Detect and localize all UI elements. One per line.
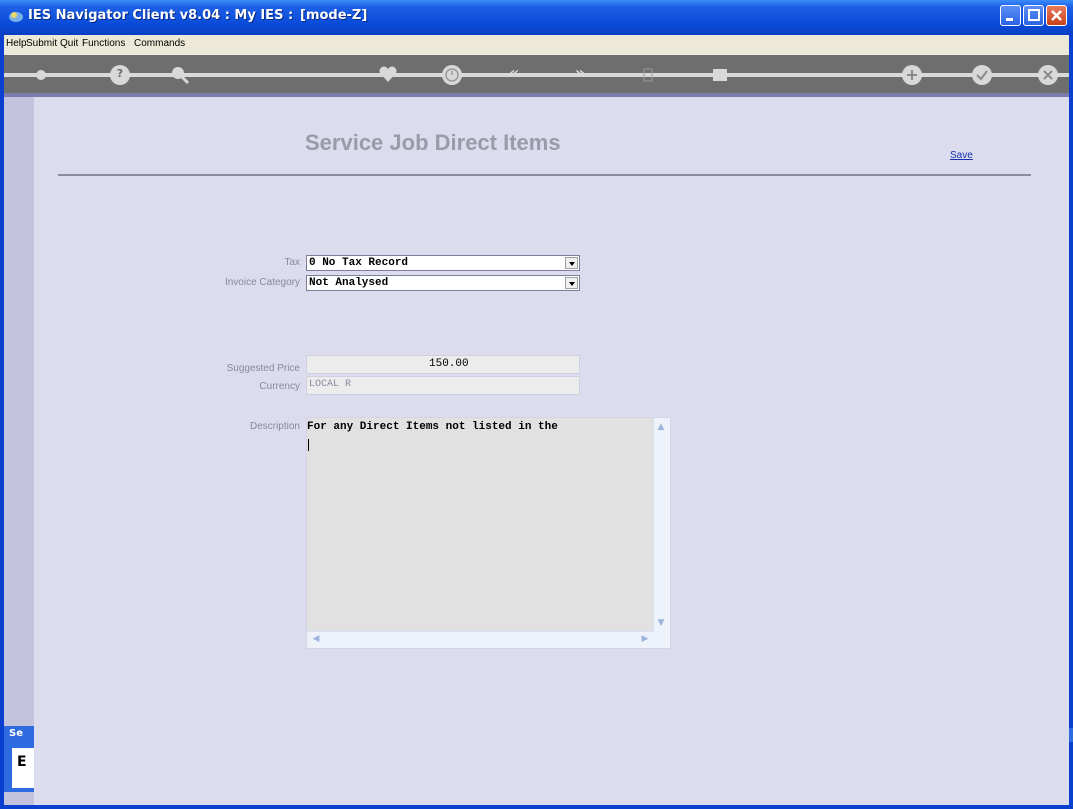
menu-help[interactable]: Help — [6, 38, 27, 49]
key-icon — [36, 70, 62, 80]
stop-button[interactable] — [710, 65, 730, 85]
description-label: Description — [249, 421, 300, 432]
help-button[interactable]: ? — [110, 65, 130, 85]
menu-functions[interactable]: Functions — [82, 38, 125, 49]
minimize-icon — [1006, 18, 1013, 21]
tax-value: 0 No Tax Record — [309, 257, 409, 269]
invoice-category-value: Not Analysed — [309, 277, 389, 289]
minimize-button[interactable] — [1000, 5, 1021, 26]
scroll-right-icon[interactable]: ▶ — [638, 632, 652, 646]
invoice-category-select[interactable]: Not Analysed — [306, 275, 580, 291]
currency-value: LOCAL R — [309, 379, 352, 390]
right-edge-marker — [1069, 728, 1073, 742]
title-bar: IES Navigator Client v8.04 : My IES : [m… — [0, 0, 1073, 35]
key-button[interactable] — [34, 65, 64, 85]
help-icon: ? — [116, 67, 124, 80]
currency-field: LOCAL R — [306, 376, 580, 395]
horizontal-scrollbar[interactable]: ◀ ▶ — [307, 631, 654, 648]
add-icon — [907, 70, 917, 80]
tax-select[interactable]: 0 No Tax Record — [306, 255, 580, 271]
forward-icon: » — [574, 63, 586, 82]
rewind-button[interactable]: « — [504, 63, 524, 85]
app-window: IES Navigator Client v8.04 : My IES : [m… — [0, 0, 1073, 809]
title-divider — [58, 174, 1031, 176]
left-strip — [4, 97, 34, 805]
document-icon — [643, 68, 653, 82]
app-icon — [9, 12, 23, 22]
scroll-down-icon[interactable]: ▼ — [654, 616, 668, 630]
toolbar: ? « » — [4, 55, 1069, 95]
menu-quit[interactable]: Quit — [60, 38, 78, 49]
vertical-scrollbar[interactable]: ▲ ▼ — [653, 418, 670, 632]
confirm-button[interactable] — [972, 65, 992, 85]
currency-label: Currency — [259, 381, 300, 392]
invoice-category-label: Invoice Category — [224, 277, 300, 288]
search-icon — [172, 67, 190, 85]
window-mode: [mode-Z] — [300, 8, 368, 23]
document-button[interactable] — [638, 65, 658, 85]
stop-icon — [713, 69, 727, 81]
menu-bar: Help Submit Quit Functions Commands — [4, 35, 1069, 55]
scroll-left-icon[interactable]: ◀ — [309, 632, 323, 646]
menu-commands[interactable]: Commands — [134, 38, 185, 49]
forward-button[interactable]: » — [570, 63, 590, 85]
maximize-button[interactable] — [1023, 5, 1044, 26]
close-window-button[interactable] — [1046, 5, 1067, 26]
page-title: Service Job Direct Items — [305, 130, 561, 155]
scrollbar-corner — [654, 632, 670, 648]
add-button[interactable] — [902, 65, 922, 85]
save-link[interactable]: Save — [950, 150, 973, 161]
clock-button[interactable] — [442, 65, 462, 85]
rewind-icon: « — [508, 63, 520, 82]
text-caret — [308, 439, 309, 451]
tax-label: Tax — [284, 257, 300, 268]
window-title: IES Navigator Client v8.04 : My IES : — [28, 8, 294, 23]
clock-icon — [445, 68, 459, 82]
suggested-price-label: Suggested Price — [226, 363, 300, 374]
suggested-price-field[interactable]: 150.00 — [306, 355, 580, 374]
close-icon — [1043, 70, 1053, 80]
check-icon — [976, 70, 988, 81]
chevron-down-icon[interactable] — [565, 257, 578, 269]
heart-button[interactable] — [378, 65, 398, 85]
maximize-icon — [1028, 9, 1040, 21]
close-icon — [1051, 10, 1062, 21]
side-tab-char: E — [17, 754, 27, 770]
heart-icon — [379, 66, 397, 82]
description-textarea[interactable]: For any Direct Items not listed in the ▲… — [306, 417, 671, 649]
menu-submit[interactable]: Submit — [26, 38, 57, 49]
chevron-down-icon[interactable] — [565, 277, 578, 289]
search-button[interactable] — [170, 65, 190, 85]
description-value: For any Direct Items not listed in the — [307, 421, 558, 433]
suggested-price-value: 150.00 — [429, 358, 469, 370]
side-tab-label: Se — [9, 728, 23, 739]
cancel-button[interactable] — [1038, 65, 1058, 85]
scroll-up-icon[interactable]: ▲ — [654, 420, 668, 434]
side-tab[interactable]: Se E — [4, 726, 34, 792]
